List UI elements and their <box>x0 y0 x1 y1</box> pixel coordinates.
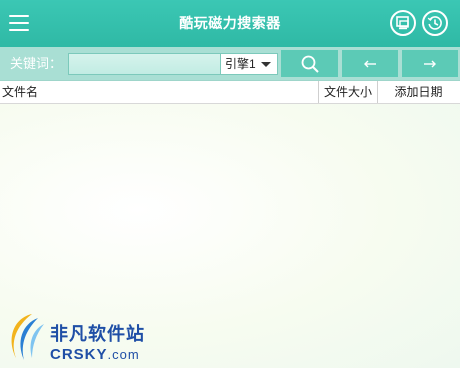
arrow-left-icon <box>364 60 376 67</box>
title-bar: 酷玩磁力搜索器 <box>0 0 460 47</box>
engine-selected-label: 引擎1 <box>225 57 256 71</box>
keyword-input[interactable] <box>68 53 220 75</box>
search-bar: 关键词： 引擎1 <box>0 47 460 81</box>
watermark-brand: CRSKY <box>50 346 108 363</box>
crsky-watermark: 非凡软件站 CRSKY.com <box>0 306 160 368</box>
chevron-down-icon <box>261 62 271 67</box>
window-restore-icon[interactable] <box>390 10 416 36</box>
arrow-right-icon <box>424 60 436 67</box>
crsky-logo-icon <box>11 314 44 360</box>
search-button[interactable] <box>281 50 338 77</box>
watermark-chinese-text: 非凡软件站 <box>50 324 145 345</box>
keyword-label: 关键词： <box>10 56 63 71</box>
engine-select[interactable]: 引擎1 <box>220 53 278 75</box>
history-clock-icon[interactable] <box>422 10 448 36</box>
search-icon <box>301 55 319 73</box>
forward-button[interactable] <box>402 50 458 77</box>
results-table-header: 文件名 文件大小 添加日期 <box>0 81 460 104</box>
watermark-english-text: CRSKY.com <box>50 346 140 363</box>
column-header-filename[interactable]: 文件名 <box>2 81 318 103</box>
column-header-date-added[interactable]: 添加日期 <box>377 81 459 103</box>
back-button[interactable] <box>342 50 398 77</box>
app-window: 酷玩磁力搜索器 关键词： 引擎1 文件名 文件大小 添加日期 非凡软件站 CRS… <box>0 0 460 368</box>
column-header-filesize[interactable]: 文件大小 <box>318 81 377 103</box>
watermark-domain-suffix: .com <box>107 347 140 362</box>
